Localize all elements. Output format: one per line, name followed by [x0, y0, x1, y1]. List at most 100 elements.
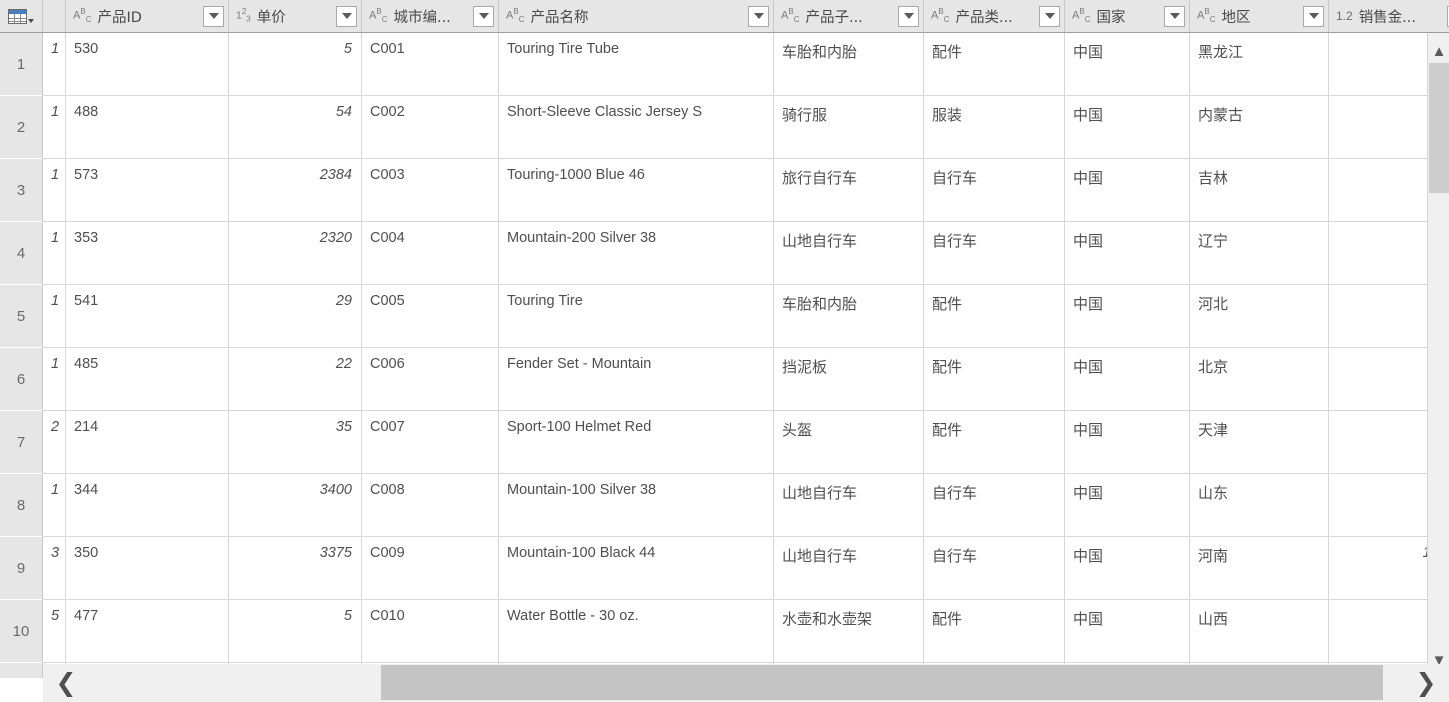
cell-unit_price[interactable]: 22	[229, 348, 362, 411]
cell-country[interactable]: 中国	[1065, 474, 1190, 537]
cell-product_name[interactable]: Water Bottle - 30 oz.	[499, 600, 774, 663]
cell-product_name[interactable]: Sport-100 Helmet Red	[499, 411, 774, 474]
column-filter-button[interactable]	[748, 5, 769, 27]
column-filter-button[interactable]	[203, 5, 224, 27]
table-row[interactable]: 5154129C005Touring Tire车胎和内胎配件中国河北29	[0, 285, 1427, 348]
cell-category[interactable]: 服装	[924, 96, 1065, 159]
cell-category[interactable]: 配件	[924, 33, 1065, 96]
column-header-sales[interactable]: 1.2 销售金...	[1329, 0, 1449, 32]
cell-category[interactable]: 自行车	[924, 474, 1065, 537]
scroll-up-button[interactable]: ▲	[1428, 37, 1449, 65]
cell-unit_price[interactable]: 35	[229, 411, 362, 474]
row-number[interactable]: 2	[0, 96, 43, 159]
cell-unit_price[interactable]: 5	[229, 600, 362, 663]
cell-subcategory[interactable]: 挡泥板	[774, 348, 924, 411]
cell-country[interactable]: 中国	[1065, 600, 1190, 663]
horizontal-scrollbar[interactable]: ❮ ❯	[43, 664, 1449, 702]
column-filter-button[interactable]	[1039, 5, 1060, 27]
cell-product_id[interactable]: 353	[66, 222, 229, 285]
cell-qty[interactable]: 1	[43, 222, 66, 285]
table-row[interactable]: 8 1 344 3400 C008 Mountain-100 Silver 38 山地自行车…	[0, 474, 1427, 537]
cell-product_name[interactable]: Short-Sleeve Classic Jersey S	[499, 96, 774, 159]
cell-region[interactable]: 河南	[1190, 537, 1329, 600]
row-number[interactable]: 3	[0, 159, 43, 222]
table-row[interactable]: 4 1 353 2320 C004 Mountain-200 Silver 38 山地自行车…	[0, 222, 1427, 285]
cell-product_name[interactable]: Mountain-100 Silver 38	[499, 474, 774, 537]
cell-sales[interactable]: 70	[1329, 411, 1427, 474]
table-row[interactable]: 10 5 477 5 C010 Water Bottle - 30 oz. 水壶和水壶架 配件…	[0, 600, 1427, 663]
cell-city_code[interactable]: C007	[362, 411, 499, 474]
cell-sales[interactable]: 2320	[1329, 222, 1427, 285]
cell-category[interactable]: 配件	[924, 411, 1065, 474]
cell-product_name[interactable]: Touring Tire Tube	[499, 33, 774, 96]
cell-category[interactable]: 配件	[924, 600, 1065, 663]
cell-region[interactable]: 辽宁	[1190, 222, 1329, 285]
column-header-qty[interactable]	[43, 0, 66, 32]
cell-subcategory[interactable]: 山地自行车	[774, 474, 924, 537]
cell-product_name[interactable]: Mountain-200 Silver 38	[499, 222, 774, 285]
column-header-category[interactable]: ABC 产品类...	[924, 0, 1065, 32]
cell-product_id[interactable]: 530	[66, 33, 229, 96]
cell-region[interactable]: 天津	[1190, 411, 1329, 474]
cell-subcategory[interactable]: 水壶和水壶架	[774, 600, 924, 663]
cell-product_id[interactable]: 573	[66, 159, 229, 222]
cell-product_name[interactable]: Mountain-100 Black 44	[499, 537, 774, 600]
column-filter-button[interactable]	[1303, 5, 1324, 27]
column-header-unit_price[interactable]: 123 单价	[229, 0, 362, 32]
vertical-scrollbar[interactable]: ▲ ▼	[1427, 33, 1449, 678]
cell-city_code[interactable]: C001	[362, 33, 499, 96]
cell-unit_price[interactable]: 2384	[229, 159, 362, 222]
table-row[interactable]: 7221435C007Sport-100 Helmet Red头盔配件中国天津7…	[0, 411, 1427, 474]
cell-country[interactable]: 中国	[1065, 159, 1190, 222]
cell-qty[interactable]: 2	[43, 411, 66, 474]
table-row[interactable]: 9 3 350 3375 C009 Mountain-100 Black 44 山地自行车自…	[0, 537, 1427, 600]
cell-subcategory[interactable]: 旅行自行车	[774, 159, 924, 222]
cell-country[interactable]: 中国	[1065, 348, 1190, 411]
table-row[interactable]: 115305C001Touring Tire Tube车胎和内胎配件中国黑龙江5	[0, 33, 1427, 96]
cell-city_code[interactable]: C006	[362, 348, 499, 411]
cell-city_code[interactable]: C010	[362, 600, 499, 663]
cell-subcategory[interactable]: 山地自行车	[774, 222, 924, 285]
cell-city_code[interactable]: C005	[362, 285, 499, 348]
cell-sales[interactable]: 25	[1329, 600, 1427, 663]
column-header-subcategory[interactable]: ABC 产品子...	[774, 0, 924, 32]
cell-qty[interactable]: 1	[43, 159, 66, 222]
row-number[interactable]: 9	[0, 537, 43, 600]
cell-product_name[interactable]: Touring Tire	[499, 285, 774, 348]
cell-qty[interactable]: 3	[43, 537, 66, 600]
cell-subcategory[interactable]: 车胎和内胎	[774, 285, 924, 348]
cell-city_code[interactable]: C003	[362, 159, 499, 222]
row-number[interactable]: 10	[0, 600, 43, 663]
cell-country[interactable]: 中国	[1065, 285, 1190, 348]
row-number[interactable]: 4	[0, 222, 43, 285]
table-row[interactable]: 6 1 485 22 C006 Fender Set - Mountain 挡泥板 配件 中国北…	[0, 348, 1427, 411]
cell-qty[interactable]: 1	[43, 33, 66, 96]
table-row[interactable]: 3 1 573 2384 C003 Touring-1000 Blue 46 旅行自行车 自行…	[0, 159, 1427, 222]
cell-category[interactable]: 配件	[924, 348, 1065, 411]
cell-region[interactable]: 黑龙江	[1190, 33, 1329, 96]
column-filter-button[interactable]	[473, 5, 494, 27]
cell-product_id[interactable]: 485	[66, 348, 229, 411]
cell-product_id[interactable]: 344	[66, 474, 229, 537]
cell-qty[interactable]: 1	[43, 348, 66, 411]
cell-region[interactable]: 北京	[1190, 348, 1329, 411]
column-header-city_code[interactable]: ABC 城市编...	[362, 0, 499, 32]
row-number[interactable]: 5	[0, 285, 43, 348]
vertical-scrollbar-thumb[interactable]	[1429, 63, 1449, 193]
cell-qty[interactable]: 1	[43, 474, 66, 537]
cell-sales[interactable]: 5	[1329, 33, 1427, 96]
cell-sales[interactable]: 22	[1329, 348, 1427, 411]
cell-unit_price[interactable]: 29	[229, 285, 362, 348]
cell-unit_price[interactable]: 3375	[229, 537, 362, 600]
cell-qty[interactable]: 1	[43, 96, 66, 159]
column-header-region[interactable]: ABC 地区	[1190, 0, 1329, 32]
cell-unit_price[interactable]: 2320	[229, 222, 362, 285]
cell-subcategory[interactable]: 头盔	[774, 411, 924, 474]
cell-product_id[interactable]: 477	[66, 600, 229, 663]
cell-category[interactable]: 配件	[924, 285, 1065, 348]
cell-subcategory[interactable]: 山地自行车	[774, 537, 924, 600]
cell-country[interactable]: 中国	[1065, 96, 1190, 159]
cell-region[interactable]: 山东	[1190, 474, 1329, 537]
row-number[interactable]: 6	[0, 348, 43, 411]
cell-unit_price[interactable]: 54	[229, 96, 362, 159]
